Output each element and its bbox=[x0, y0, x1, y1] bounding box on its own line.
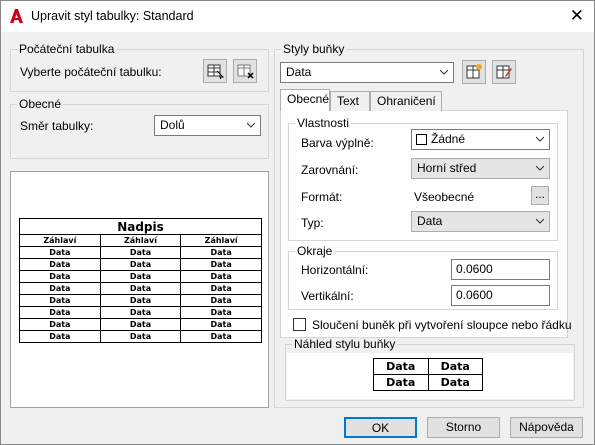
preview-data-cell: Data bbox=[19, 246, 101, 259]
cell-preview-cell: Data bbox=[427, 374, 483, 391]
chevron-down-icon bbox=[536, 136, 544, 142]
chevron-down-icon bbox=[247, 122, 255, 128]
properties-legend: Vlastnosti bbox=[297, 116, 350, 130]
preview-table: Nadpis Záhlaví Záhlaví Záhlaví Data Data D… bbox=[19, 218, 262, 343]
preview-header: Záhlaví bbox=[19, 234, 101, 247]
chevron-down-icon bbox=[536, 165, 544, 171]
close-icon[interactable]: ✕ bbox=[570, 6, 584, 26]
preview-data-cell: Data bbox=[19, 330, 101, 343]
manage-styles-icon bbox=[496, 65, 512, 79]
preview-data-cell: Data bbox=[180, 270, 262, 283]
tab-general[interactable]: Obecné bbox=[280, 89, 330, 111]
preview-data-cell: Data bbox=[99, 318, 182, 331]
format-label: Formát: bbox=[301, 190, 343, 204]
preview-data-cell: Data bbox=[180, 294, 262, 307]
type-dropdown[interactable]: Data bbox=[411, 211, 550, 232]
chevron-down-icon bbox=[440, 69, 448, 75]
direction-dropdown[interactable]: Dolů bbox=[154, 115, 261, 136]
margins-legend: Okraje bbox=[297, 244, 333, 258]
new-cell-style-button[interactable] bbox=[462, 60, 486, 84]
tab-borders[interactable]: Ohraničení bbox=[370, 91, 442, 111]
table-preview: Nadpis Záhlaví Záhlaví Záhlaví Data Data D… bbox=[10, 171, 269, 408]
preview-data-cell: Data bbox=[180, 318, 262, 331]
preview-data-cell: Data bbox=[180, 258, 262, 271]
table-select-icon bbox=[207, 64, 225, 80]
preview-data-cell: Data bbox=[19, 294, 101, 307]
direction-label: Směr tabulky: bbox=[20, 119, 94, 133]
preview-data-cell: Data bbox=[99, 282, 182, 295]
preview-data-cell: Data bbox=[19, 306, 101, 319]
autocad-logo-icon bbox=[10, 9, 23, 23]
preview-data-cell: Data bbox=[19, 258, 101, 271]
remove-table-button[interactable] bbox=[233, 59, 257, 83]
cell-preview-cell: Data bbox=[373, 358, 429, 375]
cell-preview-legend: Náhled stylu buňky bbox=[294, 337, 396, 351]
preview-data-cell: Data bbox=[19, 270, 101, 283]
help-button[interactable]: Nápověda bbox=[510, 417, 583, 438]
alignment-dropdown[interactable]: Horní střed bbox=[411, 158, 550, 179]
window-title: Upravit styl tabulky: Standard bbox=[31, 9, 194, 23]
fill-color-dropdown[interactable]: Žádné bbox=[411, 129, 550, 150]
preview-data-cell: Data bbox=[99, 246, 182, 259]
color-swatch bbox=[416, 134, 427, 145]
vertical-margin-label: Vertikální: bbox=[301, 289, 354, 303]
dialog-window: Upravit styl tabulky: Standard ✕ Počáteč… bbox=[0, 0, 595, 445]
preview-header: Záhlaví bbox=[99, 234, 182, 247]
horizontal-margin-label: Horizontální: bbox=[301, 263, 369, 277]
preview-data-cell: Data bbox=[99, 270, 182, 283]
fill-color-label: Barva výplně: bbox=[301, 136, 374, 150]
type-value: Data bbox=[417, 214, 443, 228]
preview-data-cell: Data bbox=[99, 306, 182, 319]
type-label: Typ: bbox=[301, 216, 324, 230]
start-table-legend: Počáteční tabulka bbox=[19, 42, 115, 56]
cell-preview-table: Data Data Data Data bbox=[373, 358, 483, 391]
select-table-button[interactable] bbox=[203, 59, 227, 83]
cell-style-dropdown[interactable]: Data bbox=[280, 62, 454, 83]
alignment-label: Zarovnání: bbox=[301, 163, 359, 177]
vertical-margin-input[interactable]: 0.0600 bbox=[451, 285, 550, 306]
preview-data-cell: Data bbox=[19, 318, 101, 331]
preview-data-cell: Data bbox=[99, 258, 182, 271]
format-browse-button[interactable]: ... bbox=[531, 186, 549, 205]
preview-title: Nadpis bbox=[19, 218, 262, 235]
chevron-down-icon bbox=[536, 218, 544, 224]
general-legend: Obecné bbox=[19, 97, 62, 111]
tab-text[interactable]: Text bbox=[330, 91, 370, 111]
preview-data-cell: Data bbox=[99, 330, 182, 343]
preview-data-cell: Data bbox=[180, 306, 262, 319]
title-bar: Upravit styl tabulky: Standard ✕ bbox=[1, 1, 594, 32]
cell-preview-cell: Data bbox=[373, 374, 429, 391]
preview-data-cell: Data bbox=[19, 282, 101, 295]
horizontal-margin-input[interactable]: 0.0600 bbox=[451, 259, 550, 280]
table-remove-icon bbox=[237, 64, 254, 79]
fill-color-value: Žádné bbox=[431, 132, 466, 146]
cancel-button[interactable]: Storno bbox=[427, 417, 500, 438]
preview-data-cell: Data bbox=[99, 294, 182, 307]
preview-data-cell: Data bbox=[180, 246, 262, 259]
cell-preview-cell: Data bbox=[427, 358, 483, 375]
direction-value: Dolů bbox=[160, 118, 185, 132]
ok-button[interactable]: OK bbox=[344, 417, 417, 438]
format-value: Všeobecné bbox=[414, 190, 475, 204]
merge-cells-checkbox[interactable] bbox=[293, 318, 306, 331]
merge-cells-label[interactable]: Sloučení buněk při vytvoření sloupce neb… bbox=[312, 318, 572, 332]
preview-data-cell: Data bbox=[180, 330, 262, 343]
new-style-icon bbox=[466, 64, 482, 79]
cell-style-value: Data bbox=[286, 65, 312, 79]
manage-cell-styles-button[interactable] bbox=[492, 60, 516, 84]
preview-data-cell: Data bbox=[180, 282, 262, 295]
preview-header: Záhlaví bbox=[180, 234, 262, 247]
cell-styles-legend: Styly buňky bbox=[283, 42, 345, 56]
start-table-label: Vyberte počáteční tabulku: bbox=[20, 65, 162, 79]
alignment-value: Horní střed bbox=[417, 161, 477, 175]
